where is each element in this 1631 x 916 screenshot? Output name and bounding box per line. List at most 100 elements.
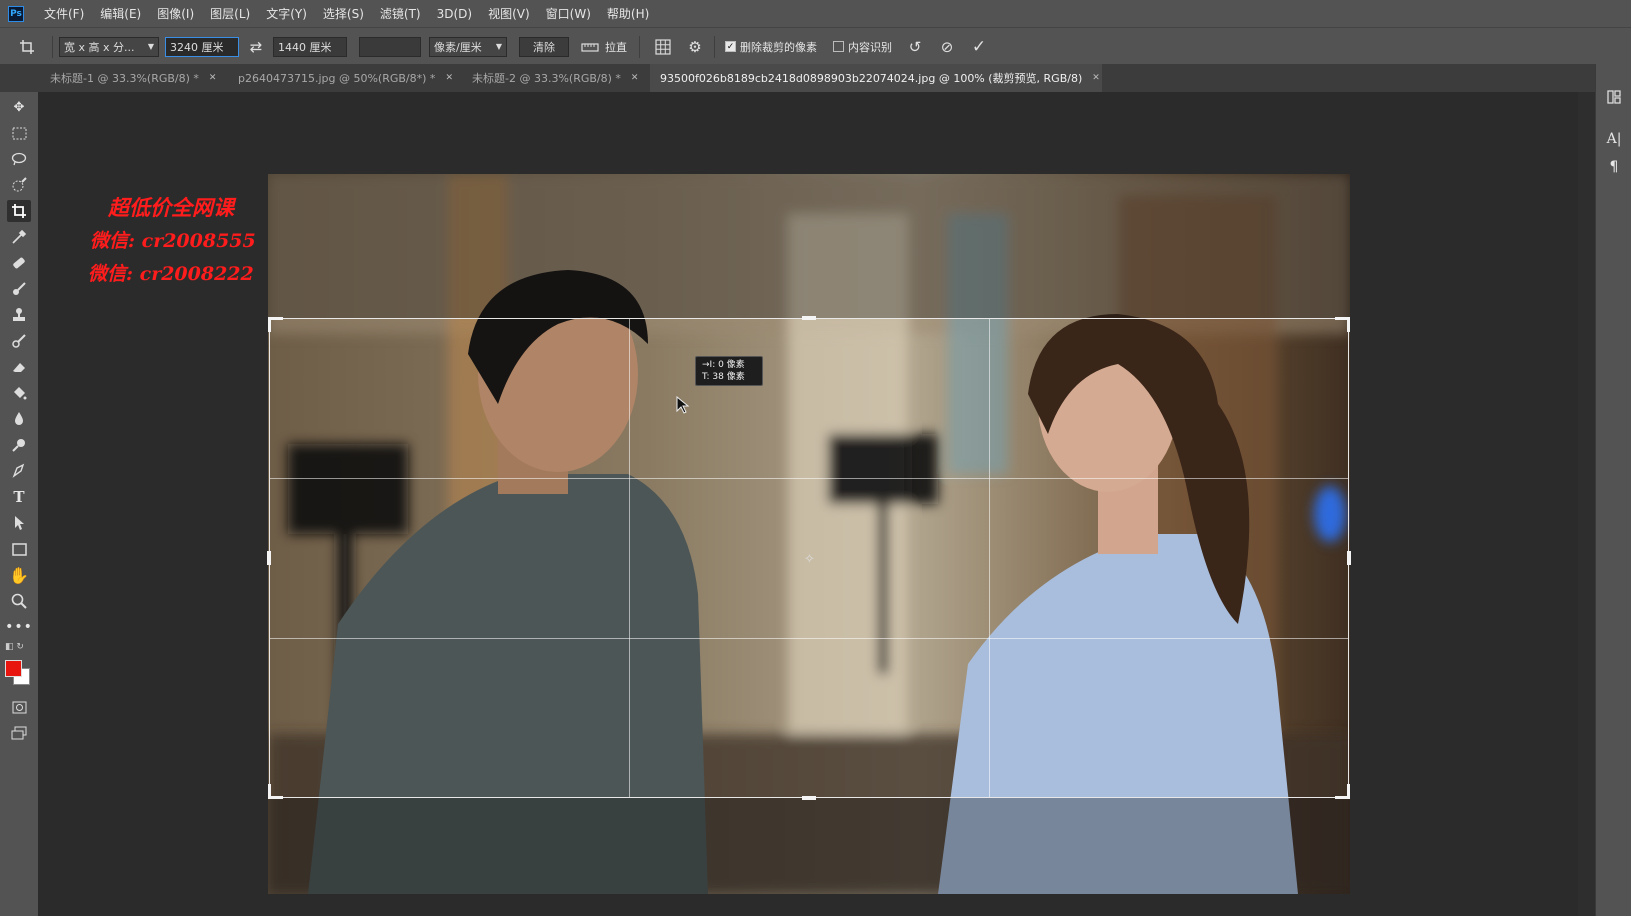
path-select-tool-icon[interactable] bbox=[7, 512, 31, 534]
character-panel-icon[interactable]: A| bbox=[1605, 130, 1623, 148]
document-tabs: 未标题-1 @ 33.3%(RGB/8) * ✕ p2640473715.jpg … bbox=[0, 64, 1631, 92]
watermark-line-2: 微信: cr2008555 bbox=[90, 230, 256, 252]
resolution-input[interactable] bbox=[359, 36, 421, 57]
paragraph-panel-icon[interactable]: ¶ bbox=[1605, 158, 1623, 176]
quick-mask-icon[interactable] bbox=[7, 696, 31, 718]
crop-shield-bottom bbox=[268, 798, 1350, 894]
straighten-label[interactable]: 拉直 bbox=[605, 39, 627, 55]
watermark-line-3: 微信: cr2008222 bbox=[88, 263, 254, 285]
rectangle-tool-icon[interactable] bbox=[7, 538, 31, 560]
screen-mode-icon[interactable] bbox=[7, 722, 31, 744]
commit-check-icon[interactable]: ✓ bbox=[968, 36, 990, 58]
close-icon[interactable]: ✕ bbox=[445, 73, 453, 83]
tab-p2640473715[interactable]: p2640473715.jpg @ 50%(RGB/8*) * ✕ bbox=[228, 64, 453, 92]
crop-handle-top-left[interactable] bbox=[268, 317, 283, 332]
separator bbox=[714, 35, 715, 58]
photoshop-logo-icon: Ps bbox=[8, 5, 24, 22]
chevron-down-icon: ▼ bbox=[147, 42, 154, 51]
dodge-tool-icon[interactable] bbox=[7, 434, 31, 456]
zoom-tool-icon[interactable] bbox=[7, 590, 31, 612]
pen-tool-icon[interactable] bbox=[7, 460, 31, 482]
gear-icon[interactable]: ⚙ bbox=[684, 36, 706, 58]
clone-stamp-tool-icon[interactable] bbox=[7, 304, 31, 326]
menu-type[interactable]: 文字(Y) bbox=[258, 5, 315, 22]
default-colors-icon[interactable]: ◧ ↻ bbox=[5, 642, 33, 654]
history-brush-tool-icon[interactable] bbox=[7, 330, 31, 352]
checkbox-checked-icon: ✓ bbox=[725, 41, 736, 52]
menu-layer[interactable]: 图层(L) bbox=[202, 5, 258, 22]
brush-tool-icon[interactable] bbox=[7, 278, 31, 300]
more-tools-icon[interactable]: ••• bbox=[5, 616, 32, 638]
blur-tool-icon[interactable] bbox=[7, 408, 31, 430]
options-bar: 宽 x 高 x 分... ▼ 3240 厘米 ⇄ 1440 厘米 像素/厘米 ▼… bbox=[0, 27, 1631, 65]
toolbar-header bbox=[0, 64, 38, 92]
close-icon[interactable]: ✕ bbox=[631, 73, 639, 83]
cancel-icon[interactable]: ⊘ bbox=[936, 36, 958, 58]
separator bbox=[639, 35, 640, 58]
tab-untitled-1[interactable]: 未标题-1 @ 33.3%(RGB/8) * ✕ bbox=[40, 64, 218, 92]
healing-brush-tool-icon[interactable] bbox=[7, 252, 31, 274]
tab-untitled-2[interactable]: 未标题-2 @ 33.3%(RGB/8) * ✕ bbox=[462, 64, 646, 92]
grid-line bbox=[270, 638, 1348, 639]
height-input[interactable]: 1440 厘米 bbox=[273, 36, 347, 57]
crop-handle-bottom-right[interactable] bbox=[1335, 784, 1350, 799]
close-icon[interactable]: ✕ bbox=[1092, 73, 1100, 83]
menu-bar: Ps 文件(F) 编辑(E) 图像(I) 图层(L) 文字(Y) 选择(S) 滤… bbox=[0, 0, 1631, 27]
tooltip-line-1: →I: 0 像素 bbox=[702, 360, 745, 370]
vertical-scrollbar[interactable] bbox=[1578, 92, 1595, 916]
crop-handle-left[interactable] bbox=[267, 551, 271, 565]
quick-select-tool-icon[interactable] bbox=[7, 174, 31, 196]
history-panel-icon[interactable] bbox=[1605, 88, 1623, 106]
checkbox-unchecked-icon bbox=[833, 41, 844, 52]
eraser-tool-icon[interactable] bbox=[7, 356, 31, 378]
watermark-line-1: 超低价全网课 bbox=[108, 195, 234, 220]
crop-preset-icon[interactable] bbox=[16, 36, 38, 58]
foreground-color-swatch[interactable] bbox=[5, 660, 22, 677]
tab-label: 93500f026b8189cb2418d0898903b22074024.jp… bbox=[660, 72, 1083, 85]
crop-handle-bottom[interactable] bbox=[802, 796, 816, 800]
menu-view[interactable]: 视图(V) bbox=[480, 5, 538, 22]
crop-handle-right[interactable] bbox=[1347, 551, 1351, 565]
separator bbox=[52, 35, 53, 58]
menu-window[interactable]: 窗口(W) bbox=[538, 5, 599, 22]
eyedropper-tool-icon[interactable] bbox=[7, 226, 31, 248]
tools-panel: ✥ T ✋ ••• ◧ ↻ bbox=[0, 92, 39, 916]
crop-offset-tooltip: →I: 0 像素 T: 38 像素 bbox=[695, 356, 763, 386]
lasso-tool-icon[interactable] bbox=[7, 148, 31, 170]
paint-bucket-tool-icon[interactable] bbox=[7, 382, 31, 404]
clear-button[interactable]: 清除 bbox=[519, 36, 569, 57]
tab-label: p2640473715.jpg @ 50%(RGB/8*) * bbox=[238, 71, 436, 85]
menu-edit[interactable]: 编辑(E) bbox=[92, 5, 149, 22]
crop-handle-top-right[interactable] bbox=[1335, 317, 1350, 332]
crop-handle-bottom-left[interactable] bbox=[268, 784, 283, 799]
reset-icon[interactable]: ↺ bbox=[904, 36, 926, 58]
menu-image[interactable]: 图像(I) bbox=[149, 5, 202, 22]
delete-cropped-label: 删除裁剪的像素 bbox=[740, 40, 817, 54]
menu-select[interactable]: 选择(S) bbox=[315, 5, 372, 22]
menu-file[interactable]: 文件(F) bbox=[36, 5, 92, 22]
tab-label: 未标题-1 @ 33.3%(RGB/8) * bbox=[50, 72, 199, 85]
grid-line bbox=[270, 478, 1348, 479]
swap-arrows-icon[interactable]: ⇄ bbox=[245, 36, 267, 58]
move-tool-icon[interactable]: ✥ bbox=[7, 96, 31, 118]
content-aware-checkbox[interactable]: 内容识别 bbox=[833, 39, 892, 55]
width-input[interactable]: 3240 厘米 bbox=[165, 36, 239, 57]
close-icon[interactable]: ✕ bbox=[209, 73, 217, 83]
tab-active-document[interactable]: 93500f026b8189cb2418d0898903b22074024.jp… bbox=[650, 64, 1102, 92]
ratio-select[interactable]: 宽 x 高 x 分... ▼ bbox=[59, 36, 159, 57]
grid-overlay-icon[interactable] bbox=[652, 36, 674, 58]
tooltip-line-2: T: 38 像素 bbox=[702, 372, 745, 382]
content-aware-label: 内容识别 bbox=[848, 40, 892, 54]
menu-help[interactable]: 帮助(H) bbox=[599, 5, 657, 22]
menu-filter[interactable]: 滤镜(T) bbox=[372, 5, 429, 22]
unit-select[interactable]: 像素/厘米 ▼ bbox=[429, 36, 507, 57]
type-tool-icon[interactable]: T bbox=[7, 486, 31, 508]
delete-cropped-checkbox[interactable]: ✓ 删除裁剪的像素 bbox=[725, 39, 817, 55]
grid-line bbox=[629, 319, 630, 797]
straighten-icon[interactable] bbox=[579, 36, 601, 58]
menu-3d[interactable]: 3D(D) bbox=[429, 7, 480, 21]
crop-handle-top[interactable] bbox=[802, 316, 816, 320]
hand-tool-icon[interactable]: ✋ bbox=[7, 564, 31, 586]
crop-tool-icon[interactable] bbox=[7, 200, 31, 222]
marquee-tool-icon[interactable] bbox=[7, 122, 31, 144]
